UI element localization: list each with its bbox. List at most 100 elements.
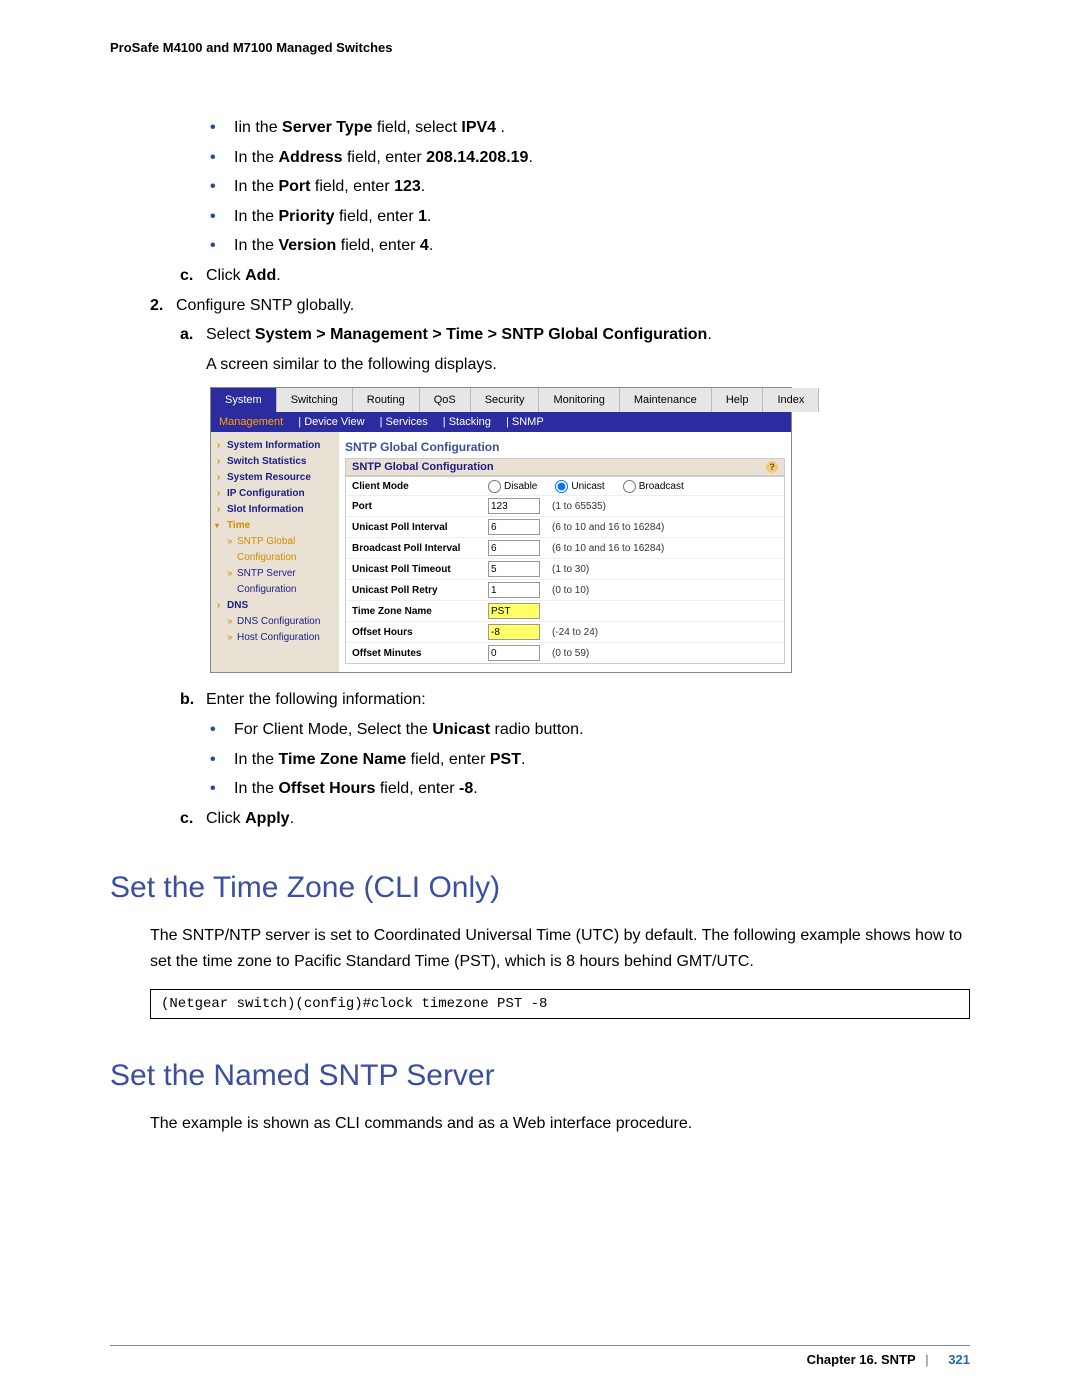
tab-maintenance[interactable]: Maintenance — [620, 388, 712, 412]
form-row: Client Mode Disable Unicast Broadcast — [346, 477, 784, 495]
hint-text: (6 to 10 and 16 to 16284) — [552, 522, 664, 533]
radio-label: Disable — [504, 481, 537, 492]
form-row-value: (0 to 10) — [488, 580, 784, 600]
para-timezone: The SNTP/NTP server is set to Coordinate… — [150, 923, 970, 974]
form-row-label: Port — [346, 499, 488, 514]
step-2: 2. Configure SNTP globally. — [150, 293, 970, 319]
radio-option[interactable]: Disable — [488, 480, 537, 493]
tab-switching[interactable]: Switching — [277, 388, 353, 412]
footer-page-number: 321 — [948, 1352, 970, 1367]
tab-routing[interactable]: Routing — [353, 388, 420, 412]
substep-letter: a. — [180, 322, 206, 348]
text-input[interactable] — [488, 540, 540, 556]
form-row-value: (1 to 30) — [488, 559, 784, 579]
tab-system[interactable]: System — [211, 388, 277, 412]
para-named-sntp: The example is shown as CLI commands and… — [150, 1111, 970, 1137]
substep-followup: A screen similar to the following displa… — [206, 352, 497, 378]
bullet-item: • In the Time Zone Name field, enter PST… — [210, 747, 970, 773]
sidebar-item-sntp-global[interactable]: SNTP Global Configuration — [215, 534, 335, 566]
radio-input[interactable] — [555, 480, 568, 493]
bullet-text: In the Time Zone Name field, enter PST. — [234, 747, 525, 773]
sidebar-item-sysresource[interactable]: System Resource — [215, 470, 335, 486]
radio-input[interactable] — [488, 480, 501, 493]
hint-text: (1 to 65535) — [552, 501, 606, 512]
bullet-dot-icon: • — [210, 776, 234, 802]
substep-c1: c. Click Add. — [180, 263, 970, 289]
help-icon[interactable]: ? — [766, 461, 778, 473]
sidebar-item-host-config[interactable]: Host Configuration — [215, 630, 335, 646]
sidebar-item-sntp-server[interactable]: SNTP Server Configuration — [215, 566, 335, 598]
bullet-dot-icon: • — [210, 115, 234, 141]
bullet-text: In the Address field, enter 208.14.208.1… — [234, 145, 533, 171]
footer-chapter: Chapter 16. SNTP — [807, 1352, 916, 1367]
bullet-text: In the Version field, enter 4. — [234, 233, 433, 259]
bullet-text: Iin the Server Type field, select IPV4 . — [234, 115, 505, 141]
tab-security[interactable]: Security — [471, 388, 540, 412]
radio-label: Unicast — [571, 481, 604, 492]
subtab-deviceview[interactable]: Device View — [304, 416, 364, 428]
text-input[interactable] — [488, 645, 540, 661]
form-row-value: (0 to 59) — [488, 643, 784, 663]
substep-text: Click Add. — [206, 263, 281, 289]
tab-qos[interactable]: QoS — [420, 388, 471, 412]
substep-letter: b. — [180, 687, 206, 713]
sidebar-item-dns-config[interactable]: DNS Configuration — [215, 614, 335, 630]
sub-tabs: Management | Device View | Services | St… — [211, 412, 791, 432]
sidebar-item-sysinfo[interactable]: System Information — [215, 438, 335, 454]
tab-index[interactable]: Index — [763, 388, 819, 412]
form-row: Time Zone Name — [346, 600, 784, 621]
bullet-dot-icon: • — [210, 717, 234, 743]
text-input[interactable] — [488, 498, 540, 514]
panel-header: SNTP Global Configuration ? — [345, 458, 785, 476]
text-input[interactable] — [488, 582, 540, 598]
subtab-snmp[interactable]: SNMP — [512, 416, 544, 428]
bullet-dot-icon: • — [210, 174, 234, 200]
bullet-dot-icon: • — [210, 233, 234, 259]
bullet-text: In the Priority field, enter 1. — [234, 204, 431, 230]
heading-timezone: Set the Time Zone (CLI Only) — [110, 871, 970, 905]
running-header: ProSafe M4100 and M7100 Managed Switches — [110, 40, 970, 55]
form-row-label: Unicast Poll Timeout — [346, 562, 488, 577]
subtab-management[interactable]: Management — [219, 416, 283, 428]
config-form: Client Mode Disable Unicast Broadcast Port (1… — [345, 476, 785, 664]
subtab-services[interactable]: Services — [386, 416, 428, 428]
sidebar-item-dns[interactable]: DNS — [215, 598, 335, 614]
radio-option[interactable]: Broadcast — [623, 480, 684, 493]
step-number: 2. — [150, 293, 176, 319]
radio-input[interactable] — [623, 480, 636, 493]
form-row: Broadcast Poll Interval(6 to 10 and 16 t… — [346, 537, 784, 558]
form-row-label: Unicast Poll Interval — [346, 520, 488, 535]
form-row-label: Client Mode — [346, 479, 488, 494]
bullet-text: In the Port field, enter 123. — [234, 174, 425, 200]
substep-b2: b. Enter the following information: — [180, 687, 970, 713]
tab-monitoring[interactable]: Monitoring — [539, 388, 619, 412]
sidebar-item-ipconfig[interactable]: IP Configuration — [215, 486, 335, 502]
form-row-value: (-24 to 24) — [488, 622, 784, 642]
form-row-value: (6 to 10 and 16 to 16284) — [488, 517, 784, 537]
text-input[interactable] — [488, 561, 540, 577]
form-row: Port (1 to 65535) — [346, 495, 784, 516]
form-row-value: (1 to 65535) — [488, 496, 784, 516]
bullet-item: • In the Priority field, enter 1. — [210, 204, 970, 230]
side-nav: System Information Switch Statistics Sys… — [211, 432, 339, 672]
text-input[interactable] — [488, 603, 540, 619]
text-input[interactable] — [488, 624, 540, 640]
hint-text: (0 to 10) — [552, 585, 589, 596]
bullet-item: • For Client Mode, Select the Unicast ra… — [210, 717, 970, 743]
substep-a2: a. Select System > Management > Time > S… — [180, 322, 970, 377]
text-input[interactable] — [488, 519, 540, 535]
sidebar-item-slotinfo[interactable]: Slot Information — [215, 502, 335, 518]
main-tabs: System Switching Routing QoS Security Mo… — [211, 388, 791, 412]
form-row-value: (6 to 10 and 16 to 16284) — [488, 538, 784, 558]
radio-label: Broadcast — [639, 481, 684, 492]
subtab-stacking[interactable]: Stacking — [449, 416, 491, 428]
sntp-config-screenshot: System Switching Routing QoS Security Mo… — [210, 387, 792, 673]
radio-option[interactable]: Unicast — [555, 480, 604, 493]
bullet-dot-icon: • — [210, 747, 234, 773]
mid-bullet-block: • For Client Mode, Select the Unicast ra… — [210, 717, 970, 802]
sidebar-item-switchstats[interactable]: Switch Statistics — [215, 454, 335, 470]
bullet-item: • In the Offset Hours field, enter -8. — [210, 776, 970, 802]
form-row-label: Unicast Poll Retry — [346, 583, 488, 598]
sidebar-item-time[interactable]: Time — [215, 518, 335, 534]
tab-help[interactable]: Help — [712, 388, 764, 412]
